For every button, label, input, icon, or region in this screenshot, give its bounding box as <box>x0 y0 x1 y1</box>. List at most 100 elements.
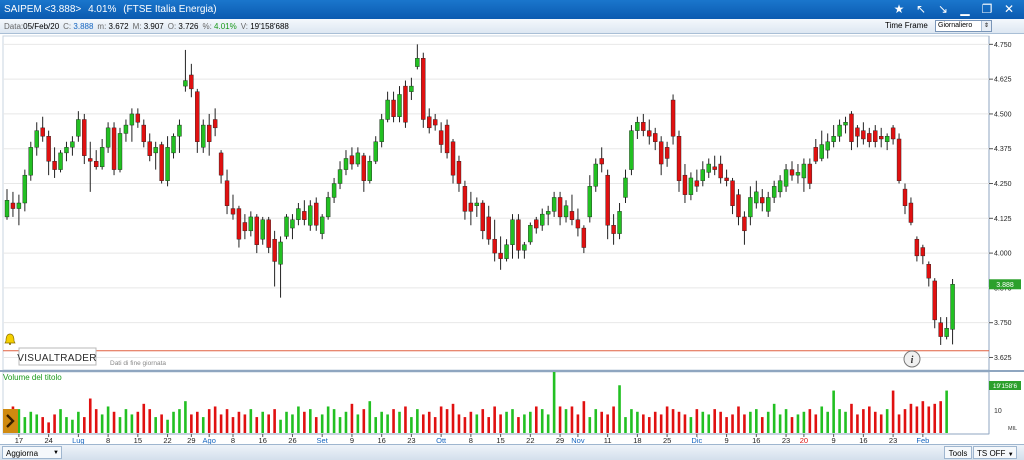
tools-button[interactable]: Tools <box>944 446 972 459</box>
volume-bar <box>850 403 853 433</box>
volume-bar <box>65 417 68 433</box>
update-dropdown[interactable]: Aggiorna ▼ <box>2 446 62 459</box>
x-tick-label: 9 <box>350 436 354 444</box>
volume-bar <box>570 406 574 433</box>
volume-bar <box>701 411 705 433</box>
volume-bar <box>915 406 919 433</box>
volume-bar <box>249 409 253 433</box>
volume-bar <box>493 406 496 433</box>
volume-bar <box>71 419 74 433</box>
volume-bar <box>481 409 485 433</box>
timeframe-value: Giornaliero <box>938 22 973 29</box>
volume-bar <box>671 409 675 433</box>
x-tick-label: 16 <box>752 436 760 444</box>
data-note: Dati di fine giornata <box>110 360 166 367</box>
candle[interactable] <box>117 127 123 173</box>
x-tick-label: 23 <box>889 436 897 444</box>
volume-bar <box>255 417 259 433</box>
candle[interactable] <box>403 80 408 128</box>
candle[interactable] <box>629 125 634 176</box>
volume-bar <box>921 401 925 433</box>
volume-bar <box>879 414 883 433</box>
volume-bar <box>320 414 324 433</box>
volume-last-box: 19'158'6 <box>989 381 1021 390</box>
candle[interactable] <box>444 119 450 159</box>
volume-bar <box>106 406 110 433</box>
volume-bar <box>398 411 401 433</box>
volume-bar <box>53 414 56 433</box>
x-tick-label: 16 <box>859 436 867 444</box>
arrow-down-right-icon[interactable]: ↘ <box>932 1 954 18</box>
volume-bar <box>808 409 812 433</box>
volume-bar <box>677 411 681 433</box>
star-icon[interactable]: ★ <box>888 1 910 18</box>
volume-bar <box>838 409 841 433</box>
minimize-icon[interactable]: ▁ <box>954 1 976 18</box>
ts-off-button[interactable]: TS OFF ▼ <box>973 446 1017 459</box>
x-tick-label: 16 <box>259 436 267 444</box>
volume-bar <box>326 406 330 433</box>
candle[interactable] <box>266 216 271 254</box>
volume-bar <box>457 414 461 433</box>
x-tick-label: 25 <box>663 436 671 444</box>
volume-unit-label: MIL <box>1008 426 1017 432</box>
chevron-right-icon[interactable] <box>3 409 18 433</box>
volume-readout: V: 19'158'688 <box>240 21 289 31</box>
last-price-label: 3.888 <box>996 282 1014 289</box>
volume-bar <box>237 411 241 433</box>
volume-bar <box>83 417 86 433</box>
volume-bar <box>136 411 140 433</box>
restore-icon[interactable]: ❐ <box>976 1 998 18</box>
volume-bar <box>760 417 764 433</box>
candle[interactable] <box>284 214 289 240</box>
price-chart[interactable]: 3.6253.7503.8754.0004.1254.2504.3754.500… <box>0 34 1024 444</box>
volume-bar <box>112 411 116 433</box>
candle[interactable] <box>58 150 63 173</box>
volume-bar <box>314 417 318 433</box>
volume-bar <box>404 406 407 433</box>
price-tick-label: 4.000 <box>994 251 1012 258</box>
volume-bar <box>386 414 389 433</box>
x-tick-label: Ott <box>436 436 447 444</box>
chevron-down-icon: ▼ <box>1007 452 1014 458</box>
volume-bar <box>190 414 193 433</box>
volume-bar <box>766 411 770 433</box>
x-tick-label: Nov <box>571 436 585 444</box>
volume-bar <box>88 398 92 433</box>
candle[interactable] <box>111 122 117 176</box>
volume-bar <box>350 403 354 433</box>
x-tick-label: 11 <box>604 436 612 444</box>
candle[interactable] <box>528 222 533 245</box>
x-tick-label: 18 <box>633 436 641 444</box>
change-label: 4.01% <box>88 4 117 15</box>
last-price-box: 3.888 <box>989 279 1021 290</box>
x-tick-label: 8 <box>469 436 473 444</box>
candle[interactable] <box>28 141 33 181</box>
volume-bar <box>231 417 235 433</box>
volume-bar <box>225 409 229 433</box>
x-tick-label: 22 <box>163 436 171 444</box>
info-icon[interactable]: i <box>903 350 921 368</box>
volume-bar <box>41 417 44 433</box>
close-icon[interactable]: ✕ <box>998 1 1020 18</box>
volume-bar <box>523 414 526 433</box>
volume-bar <box>755 409 758 433</box>
volume-bar <box>332 409 336 433</box>
volume-bar <box>897 414 901 433</box>
candle[interactable] <box>159 141 164 184</box>
candle[interactable] <box>896 133 902 184</box>
price-tick-label: 3.625 <box>994 355 1012 362</box>
volume-bar <box>47 422 50 433</box>
candle[interactable] <box>421 52 426 128</box>
volume-bar <box>118 417 122 433</box>
volume-bar <box>772 403 776 433</box>
x-tick-label: 9 <box>832 436 836 444</box>
timeframe-select[interactable]: Giornaliero ⇕ <box>935 20 992 32</box>
x-tick-label: 8 <box>106 436 110 444</box>
volume-bar <box>475 414 479 433</box>
price-tick-label: 4.375 <box>994 146 1012 153</box>
volume-bar <box>23 417 27 433</box>
logo-text: VISUALTRADER <box>17 353 97 364</box>
arrow-up-left-icon[interactable]: ↖ <box>910 1 932 18</box>
volume-bar <box>624 417 627 433</box>
